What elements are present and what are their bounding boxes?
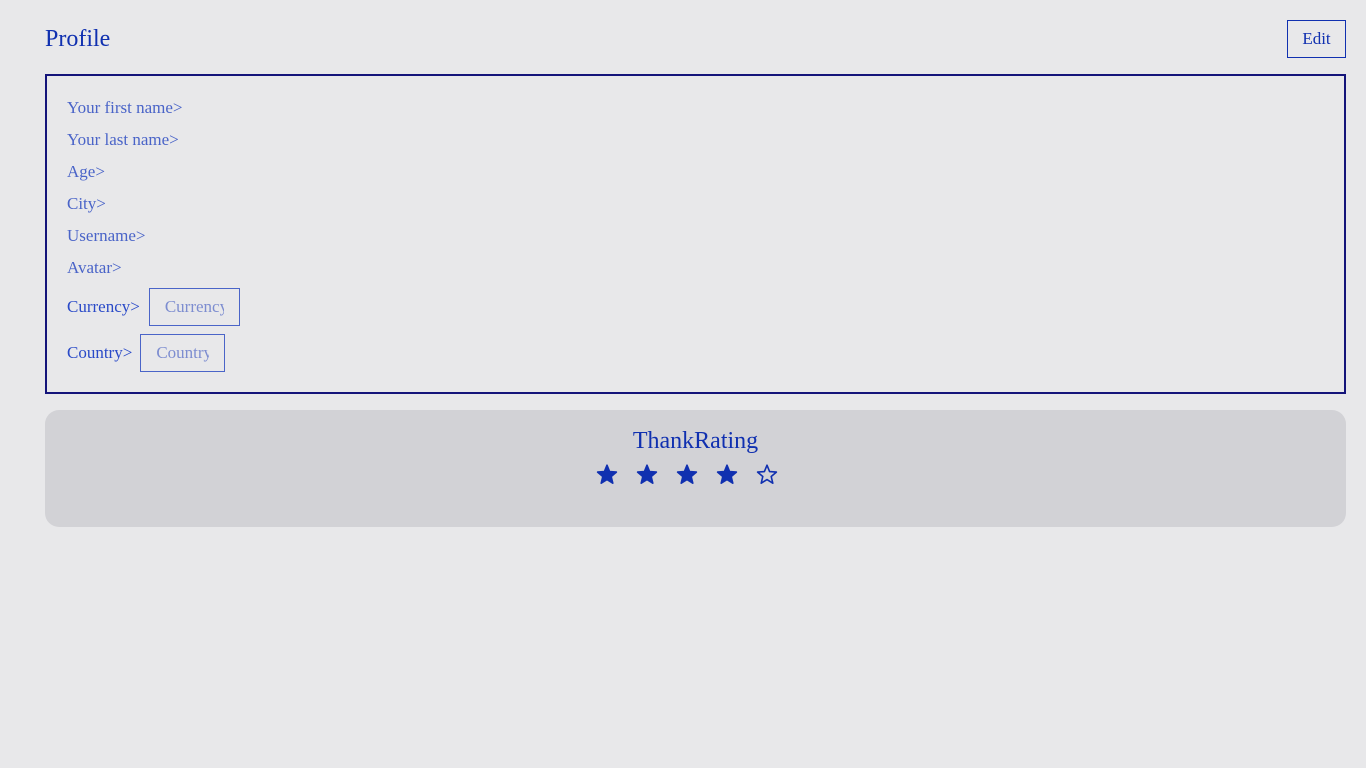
country-row: Country> bbox=[67, 334, 226, 372]
avatar-field[interactable]: Avatar> bbox=[67, 258, 122, 278]
first-name-field[interactable]: Your first name> bbox=[67, 98, 183, 118]
country-input[interactable] bbox=[140, 334, 226, 372]
page-title: Profile bbox=[45, 26, 111, 52]
rating-stars bbox=[595, 462, 779, 488]
city-field[interactable]: City> bbox=[67, 194, 106, 214]
country-label: Country> bbox=[67, 343, 133, 362]
currency-input[interactable] bbox=[148, 288, 240, 326]
star-filled-icon[interactable] bbox=[595, 462, 619, 488]
star-filled-icon[interactable] bbox=[675, 462, 699, 488]
profile-card: Your first name> Your last name> Age> Ci… bbox=[45, 74, 1346, 394]
age-field[interactable]: Age> bbox=[67, 162, 105, 182]
currency-label: Currency> bbox=[67, 297, 140, 316]
rating-panel: ThankRating bbox=[45, 410, 1346, 527]
star-empty-icon[interactable] bbox=[755, 462, 779, 488]
header: Profile Edit bbox=[45, 20, 1346, 58]
username-field[interactable]: Username> bbox=[67, 226, 146, 246]
currency-row: Currency> bbox=[67, 288, 240, 326]
star-filled-icon[interactable] bbox=[715, 462, 739, 488]
rating-title: ThankRating bbox=[632, 428, 759, 454]
star-filled-icon[interactable] bbox=[635, 462, 659, 488]
edit-button[interactable]: Edit bbox=[1287, 20, 1346, 58]
profile-page: Profile Edit Your first name> Your last … bbox=[0, 0, 1366, 768]
last-name-field[interactable]: Your last name> bbox=[67, 130, 179, 150]
